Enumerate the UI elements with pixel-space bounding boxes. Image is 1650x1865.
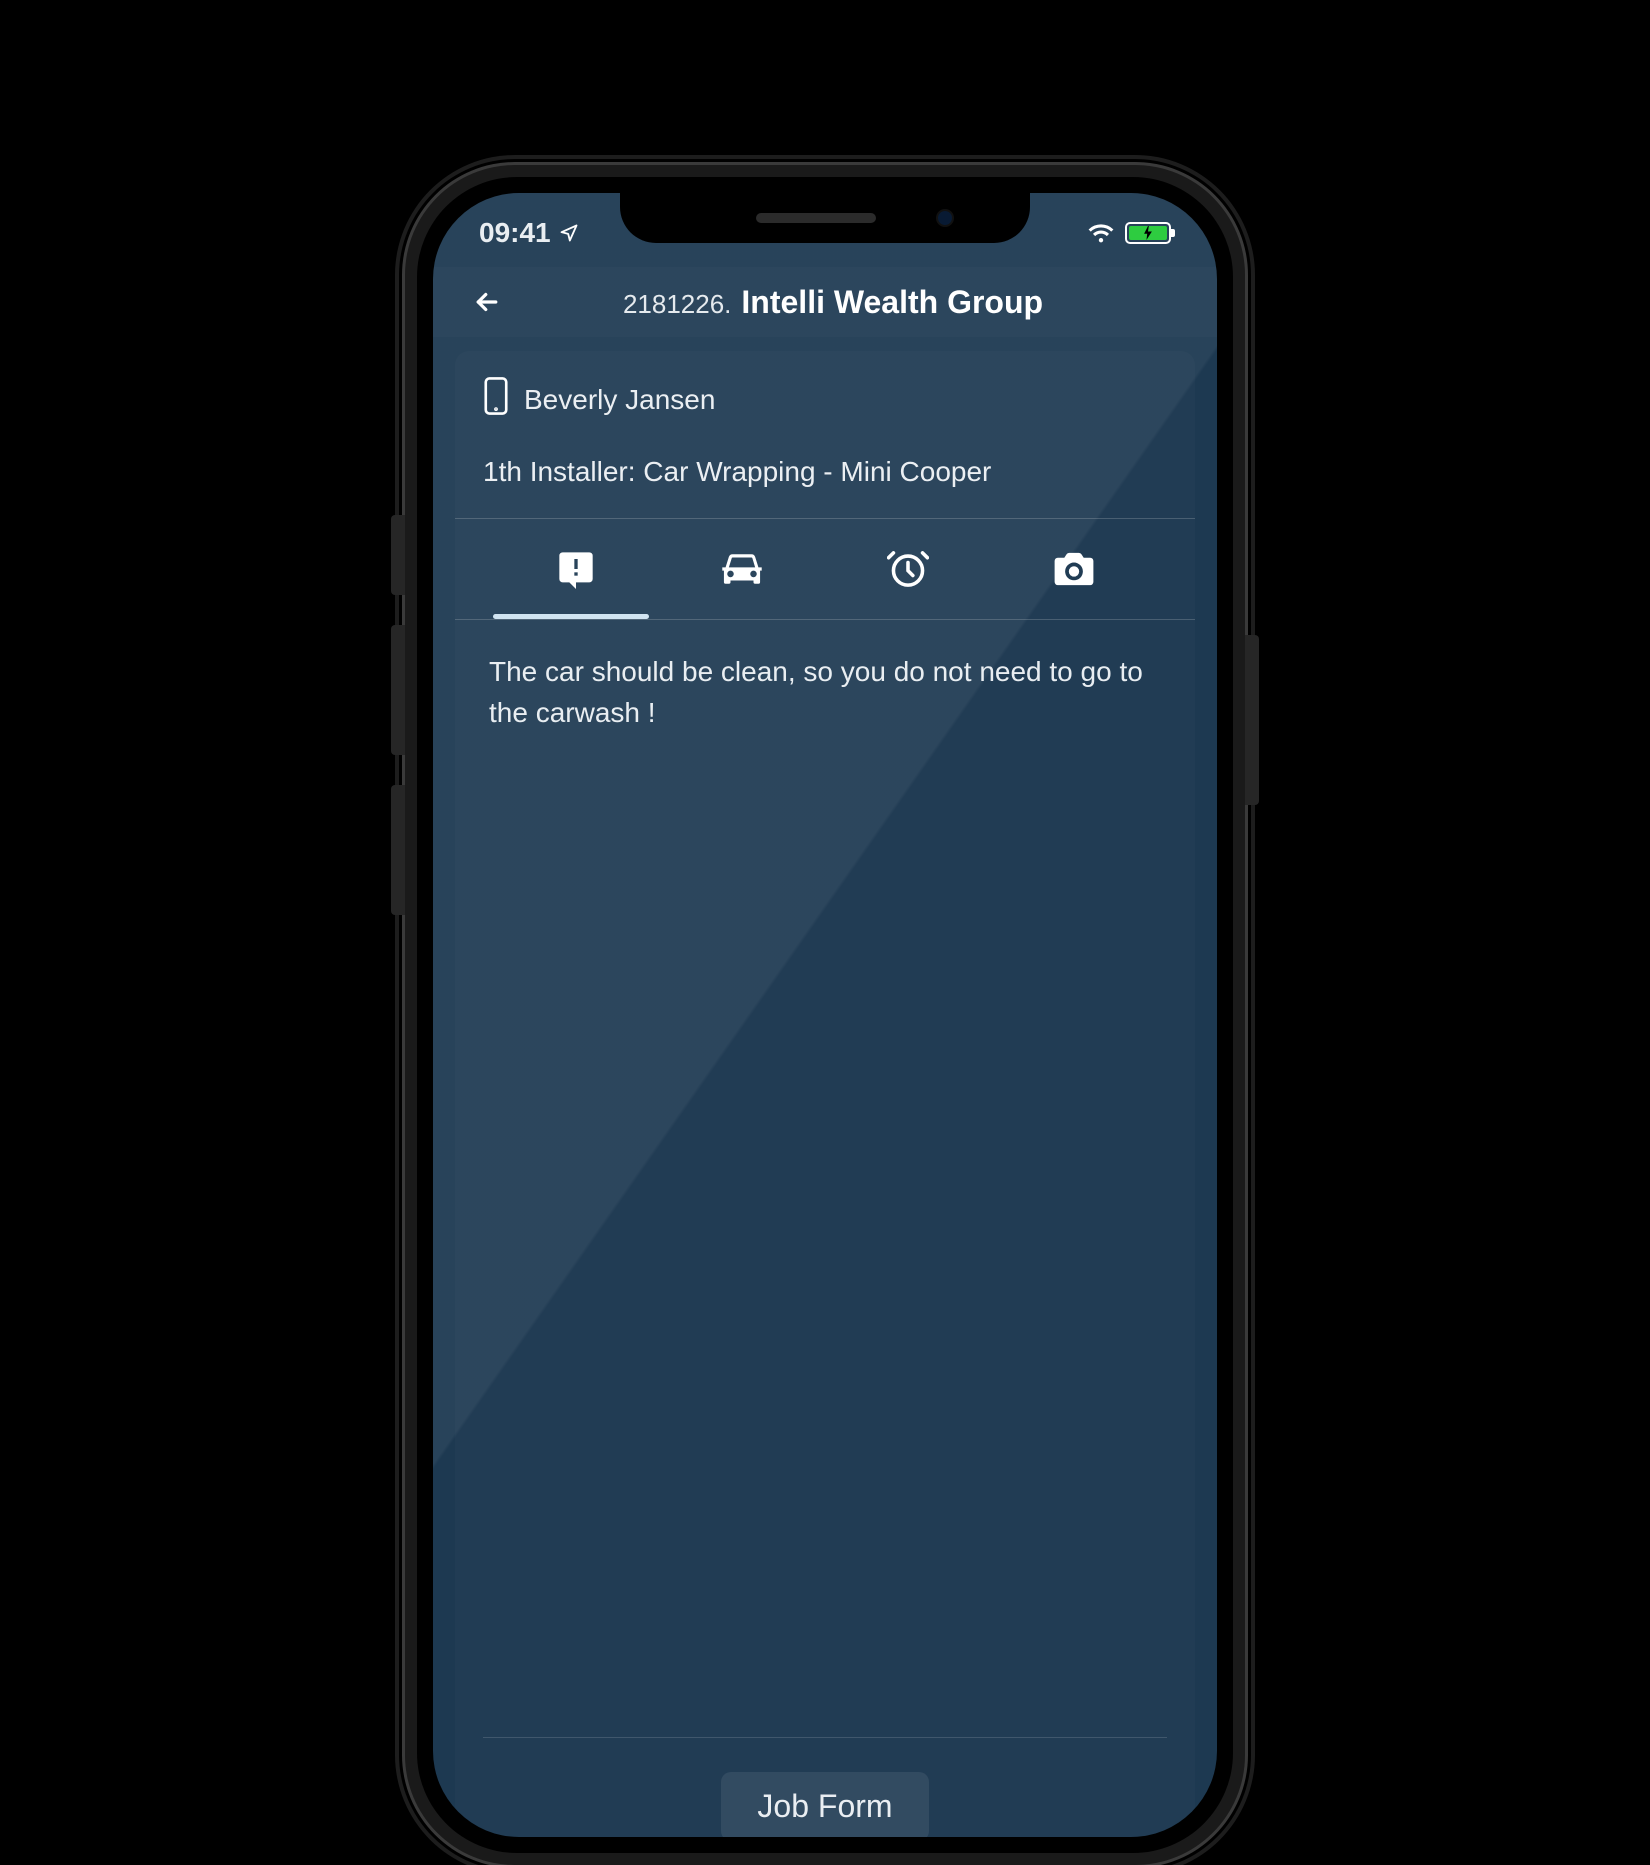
job-form-button[interactable]: Job Form — [721, 1772, 928, 1837]
wifi-icon — [1087, 222, 1115, 244]
phone-volume-up — [391, 625, 405, 755]
page-title: 2181226. Intelli Wealth Group — [477, 284, 1189, 321]
job-subtitle: 1th Installer: Car Wrapping - Mini Coope… — [483, 456, 1167, 488]
tab-bar — [483, 519, 1167, 619]
phone-power-button — [1245, 635, 1259, 805]
contact-name: Beverly Jansen — [524, 384, 715, 416]
phone-volume-down — [391, 785, 405, 915]
job-id: 2181226. — [623, 289, 731, 320]
app-screen: 09:41 — [433, 193, 1217, 1837]
phone-frame: 09:41 — [405, 165, 1245, 1865]
battery-icon — [1125, 222, 1171, 244]
tab-photos[interactable] — [991, 519, 1157, 619]
tab-time[interactable] — [825, 519, 991, 619]
tab-indicator — [493, 614, 649, 619]
phone-bezel: 09:41 — [417, 177, 1233, 1853]
job-card: Beverly Jansen 1th Installer: Car Wrappi… — [455, 351, 1195, 1837]
divider — [483, 1737, 1167, 1738]
phone-speaker — [756, 213, 876, 223]
phone-icon — [483, 377, 509, 422]
location-icon — [559, 223, 579, 243]
phone-side-button — [391, 515, 405, 595]
status-time: 09:41 — [479, 217, 551, 249]
contact-row[interactable]: Beverly Jansen — [483, 377, 1167, 422]
company-name: Intelli Wealth Group — [741, 284, 1043, 321]
tab-notes[interactable] — [493, 519, 659, 619]
app-header: 2181226. Intelli Wealth Group — [433, 267, 1217, 337]
phone-front-camera — [936, 209, 954, 227]
phone-notch — [620, 193, 1030, 243]
note-text: The car should be clean, so you do not n… — [483, 620, 1167, 733]
tab-vehicle[interactable] — [659, 519, 825, 619]
